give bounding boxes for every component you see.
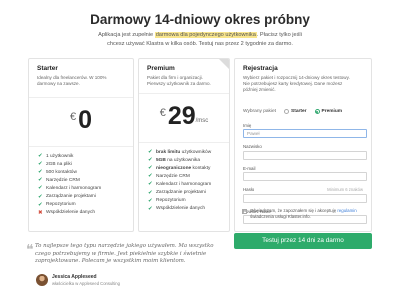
check-icon: ✔ bbox=[148, 205, 153, 212]
feature-item: ✔ brak limitu użytkowników bbox=[148, 149, 212, 156]
feature-item: ✔ Repozytorium bbox=[148, 197, 186, 204]
feature-item: ✔ nieograniczone kontakty bbox=[148, 165, 211, 172]
check-icon: ✔ bbox=[148, 197, 153, 204]
plan-description: Pakiet dla firm i organizacji. Pierwszy … bbox=[147, 75, 211, 86]
feature-item: ✔ Narzędzie CRM bbox=[38, 177, 80, 184]
last-name-label: Nazwisko bbox=[243, 144, 262, 149]
plan-title: Starter bbox=[37, 65, 58, 72]
feature-item: ✔ Zarządzanie projektami bbox=[38, 193, 96, 200]
password-hint: Minimum 6 znaków bbox=[327, 187, 363, 192]
feature-item: ✔ 1 użytkownik bbox=[38, 153, 74, 160]
check-icon: ✔ bbox=[38, 177, 43, 184]
radio-premium[interactable] bbox=[314, 109, 320, 114]
subtitle-highlight: darmowa dla pojedynczego użytkownika bbox=[154, 32, 257, 38]
plan-description: Idealny dla freelancerów. W 100% darmowy… bbox=[37, 75, 107, 86]
avatar bbox=[36, 274, 48, 286]
terms-consent: Oświadczam, że zapoznałem się i akceptuj… bbox=[242, 208, 366, 219]
check-icon: ✔ bbox=[38, 193, 43, 200]
feature-item: ✔ Kalendarz i harmonogram bbox=[148, 181, 212, 188]
check-icon: ✔ bbox=[148, 173, 153, 180]
registration-description: Wybierz pakiet i rozpocznij 14-dniowy ok… bbox=[243, 75, 350, 92]
cross-icon: ✖ bbox=[38, 209, 43, 216]
currency-symbol: € bbox=[159, 107, 166, 119]
plan-title: Premium bbox=[147, 65, 175, 72]
testimonial-quote: To najlepsze tego typu narzędzie jakiego… bbox=[35, 243, 214, 265]
check-icon: ✔ bbox=[38, 161, 43, 168]
radio-premium-label[interactable]: Premium bbox=[322, 109, 343, 114]
feature-list: ✔ 1 użytkownik ✔ 2GB na pliki ✔ 500 kontakt… bbox=[29, 147, 133, 217]
feature-item: ✔ 5GB na użytkownika bbox=[148, 157, 201, 164]
check-icon: ✔ bbox=[148, 157, 153, 164]
feature-item: ✖ Współdzielenie danych bbox=[38, 209, 96, 216]
check-icon: ✔ bbox=[38, 201, 43, 208]
currency-symbol: € bbox=[69, 111, 77, 123]
plan-selector-label: Wybrany pakiet bbox=[243, 109, 277, 114]
terms-checkbox[interactable] bbox=[242, 208, 247, 214]
registration-form: Rejestracja Wybierz pakiet i rozpocznij … bbox=[234, 58, 372, 232]
registration-title: Rejestracja bbox=[243, 65, 278, 72]
feature-item: ✔ Narzędzie CRM bbox=[148, 173, 190, 180]
check-icon: ✔ bbox=[38, 185, 43, 192]
terms-link[interactable]: regulamin bbox=[337, 208, 356, 213]
page-title: Darmowy 14-dniowy okres próbny bbox=[90, 12, 310, 27]
testimonial-author: Jessica Appleseed bbox=[52, 274, 97, 280]
plan-card-starter[interactable]: Starter Idealny dla freelancerów. W 100%… bbox=[28, 58, 134, 232]
price-period: /msc bbox=[195, 118, 209, 124]
email-label: E-mail bbox=[243, 166, 256, 171]
first-name-label: Imię bbox=[243, 123, 252, 128]
price-block: €29/msc bbox=[139, 93, 229, 143]
plan-selector: Wybrany pakiet Starter Premium bbox=[243, 109, 367, 114]
price-block: €0 bbox=[29, 97, 133, 147]
page-subtitle: Aplikacja jest zupełnie darmowa dla poje… bbox=[95, 31, 305, 49]
password-field[interactable] bbox=[243, 194, 367, 203]
first-name-field[interactable] bbox=[243, 129, 367, 138]
check-icon: ✔ bbox=[148, 181, 153, 188]
feature-item: ✔ Repozytorium bbox=[38, 201, 76, 208]
plan-card-premium[interactable]: Premium Pakiet dla firm i organizacji. P… bbox=[138, 58, 230, 232]
last-name-field[interactable] bbox=[243, 151, 367, 160]
feature-list: ✔ brak limitu użytkowników ✔ 5GB na użytko… bbox=[139, 143, 229, 213]
check-icon: ✔ bbox=[148, 149, 153, 156]
check-icon: ✔ bbox=[148, 165, 153, 172]
password-label: Hasło bbox=[243, 187, 255, 192]
feature-item: ✔ 500 kontaktów bbox=[38, 169, 77, 176]
check-icon: ✔ bbox=[148, 189, 153, 196]
terms-text: Oświadczam, że zapoznałem się i akceptuj… bbox=[250, 208, 357, 219]
feature-item: ✔ Współdzielenie danych bbox=[148, 205, 206, 212]
start-trial-button[interactable]: Testuj przez 14 dni za darmo bbox=[234, 233, 372, 249]
plan-price: 29 bbox=[167, 102, 196, 130]
feature-item: ✔ Zarządzanie projektami bbox=[148, 189, 206, 196]
check-icon: ✔ bbox=[38, 169, 43, 176]
check-icon: ✔ bbox=[38, 153, 43, 160]
radio-starter[interactable] bbox=[284, 109, 290, 114]
selected-corner-marker bbox=[219, 59, 229, 69]
radio-starter-label[interactable]: Starter bbox=[291, 109, 306, 114]
email-field[interactable] bbox=[243, 172, 367, 181]
plan-price: 0 bbox=[78, 106, 93, 134]
testimonial-author-role: właścicielka w Appleseed Consulting bbox=[52, 281, 120, 286]
subtitle-text-start: Aplikacja jest zupełnie bbox=[98, 32, 155, 38]
feature-item: ✔ Kalendarz i harmonogram bbox=[38, 185, 102, 192]
quote-icon: ❝ bbox=[26, 242, 34, 258]
feature-item: ✔ 2GB na pliki bbox=[38, 161, 72, 168]
